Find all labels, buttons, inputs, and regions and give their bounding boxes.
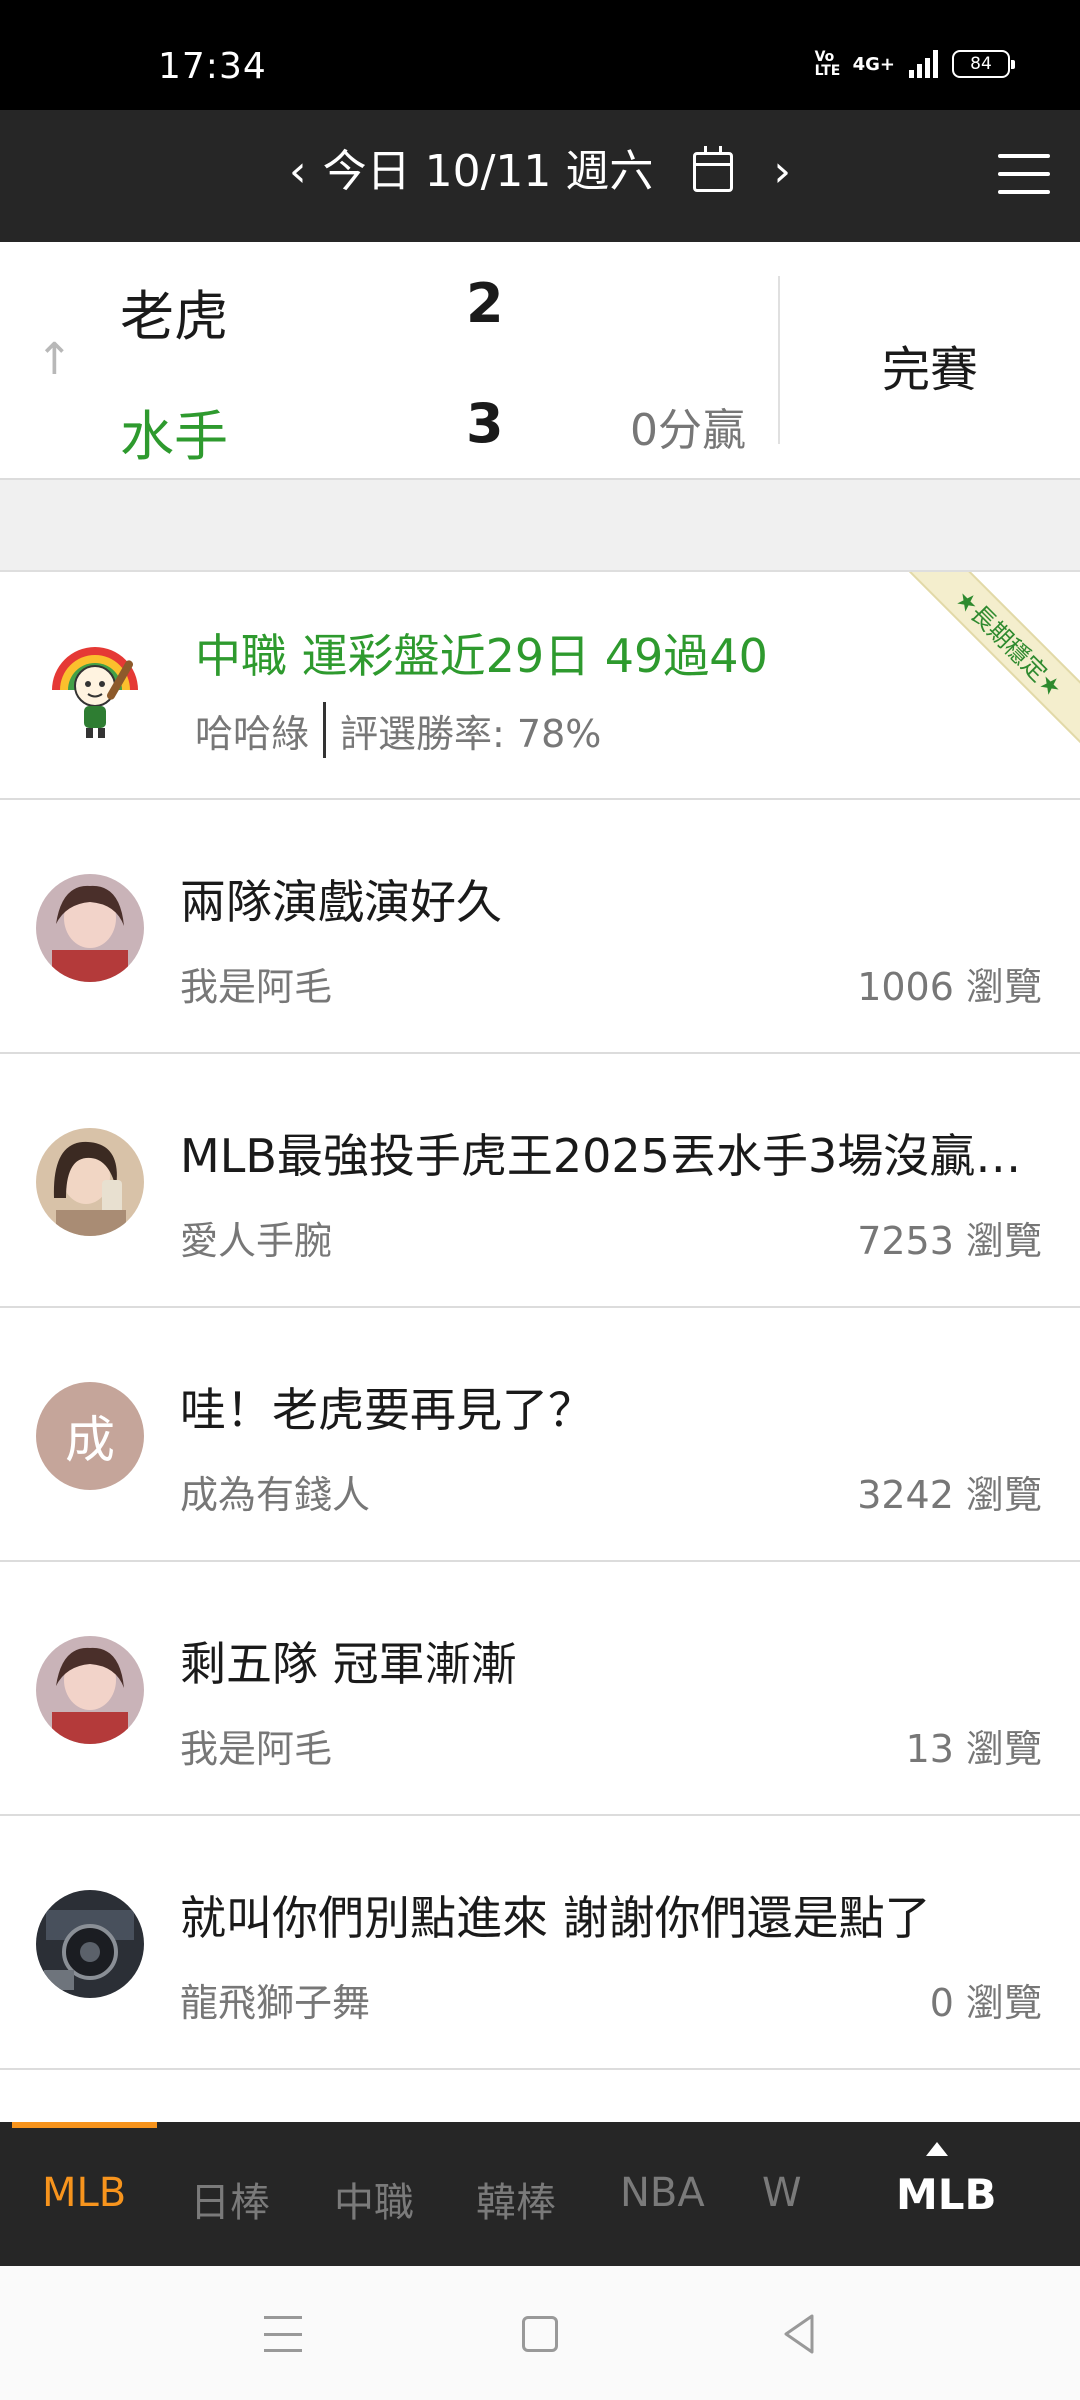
user-avatar: [36, 874, 144, 982]
mascot-avatar: [52, 647, 138, 738]
expert-pick-subtitle: 哈哈綠 評選勝率: 78%: [195, 702, 601, 758]
user-avatar: 成: [36, 1382, 144, 1490]
system-nav-bar: [0, 2266, 1080, 2400]
home-team-runs: 3: [466, 392, 504, 455]
signal-icon: [909, 50, 938, 78]
status-icons: Vo LTE 4G+ 84: [814, 49, 1015, 79]
user-avatar: [36, 1890, 144, 1998]
tab-npb[interactable]: 日棒: [190, 2170, 270, 2228]
back-icon[interactable]: [778, 2310, 818, 2358]
section-spacer: [0, 480, 1080, 572]
hamburger-menu-icon[interactable]: [998, 154, 1050, 194]
user-avatar: [36, 1636, 144, 1744]
post-item[interactable]: 就叫你們別點進來 謝謝你們還是點了 龍飛獅子舞 0 瀏覽: [0, 1816, 1080, 2070]
post-item[interactable]: MLB最強投手虎王2025丟水手3場沒贏… 愛人手腕 7253 瀏覽: [0, 1054, 1080, 1308]
game-score-card[interactable]: ↑ 老虎 2 水手 3 0分贏 完賽: [0, 242, 1080, 480]
calendar-icon[interactable]: [693, 146, 734, 192]
separator: [323, 702, 327, 758]
volte-icon: Vo LTE: [814, 49, 841, 79]
post-author: 我是阿毛: [180, 1727, 333, 1771]
active-tab-indicator: [12, 2122, 157, 2128]
away-team-runs: 2: [466, 272, 504, 335]
game-status: 完賽: [881, 342, 978, 398]
post-title: 剩五隊 冠軍漸漸: [180, 1637, 517, 1691]
post-title: 哇！老虎要再見了？: [180, 1383, 594, 1437]
battery-icon: 84: [952, 50, 1015, 78]
tab-nba[interactable]: NBA: [620, 2170, 705, 2216]
home-icon[interactable]: [522, 2316, 558, 2352]
expert-pick-title: 中職 運彩盤近29日 49過40: [195, 629, 768, 683]
current-date[interactable]: 今日 10/11 週六: [323, 142, 654, 202]
next-day-button[interactable]: ›: [773, 142, 791, 202]
tab-kbo[interactable]: 韓棒: [476, 2170, 556, 2228]
prev-day-button[interactable]: ‹: [289, 142, 307, 202]
post-views: 0 瀏覽: [929, 1981, 1042, 2025]
long-term-stable-ribbon: ★長期穩定★: [902, 572, 1080, 750]
post-item[interactable]: 成 哇！老虎要再見了？ 成為有錢人 3242 瀏覽: [0, 1308, 1080, 1562]
status-bar: 17:34 Vo LTE 4G+ 84: [0, 0, 1080, 110]
post-title: 兩隊演戲演好久: [180, 875, 502, 929]
user-avatar: [36, 1128, 144, 1236]
post-title: 就叫你們別點進來 謝謝你們還是點了: [180, 1891, 931, 1945]
post-views: 7253 瀏覽: [857, 1219, 1042, 1263]
post-item[interactable]: 兩隊演戲演好久 我是阿毛 1006 瀏覽: [0, 800, 1080, 1054]
collapse-arrow-icon[interactable]: ↑: [36, 334, 73, 385]
top-nav: ‹ 今日 10/11 週六 ›: [0, 110, 1080, 242]
league-tab-bar: MLB 日棒 中職 韓棒 NBA W MLB: [0, 2122, 1080, 2266]
post-author: 愛人手腕: [180, 1219, 333, 1263]
post-title: MLB最強投手虎王2025丟水手3場沒贏…: [180, 1129, 1022, 1183]
current-league-button[interactable]: MLB: [896, 2170, 997, 2219]
expert-name: 哈哈綠: [195, 711, 310, 756]
win-margin-note: 0分贏: [630, 405, 746, 456]
battery-level: 84: [970, 54, 992, 74]
tab-w[interactable]: W: [762, 2170, 802, 2216]
expert-pick-banner[interactable]: 中職 運彩盤近29日 49過40 哈哈綠 評選勝率: 78% ★長期穩定★: [0, 572, 1080, 800]
post-views: 1006 瀏覽: [857, 965, 1042, 1009]
league-switch-caret-icon[interactable]: [926, 2142, 948, 2156]
post-author: 龍飛獅子舞: [180, 1981, 371, 2025]
post-author: 成為有錢人: [180, 1473, 371, 1517]
tab-cpbl[interactable]: 中職: [334, 2170, 414, 2228]
avatar-initial: 成: [65, 1411, 115, 1469]
post-author: 我是阿毛: [180, 965, 333, 1009]
home-team-name: 水手: [120, 405, 228, 468]
expert-win-rate: 評選勝率: 78%: [340, 711, 602, 756]
post-views: 3242 瀏覽: [857, 1473, 1042, 1517]
recent-apps-icon[interactable]: [264, 2316, 302, 2352]
date-selector: ‹ 今日 10/11 週六 ›: [0, 142, 1080, 202]
status-time: 17:34: [158, 46, 267, 87]
post-item[interactable]: 剩五隊 冠軍漸漸 我是阿毛 13 瀏覽: [0, 1562, 1080, 1816]
post-views: 13 瀏覽: [905, 1727, 1042, 1771]
network-type: 4G+: [852, 53, 895, 75]
tab-mlb[interactable]: MLB: [42, 2170, 126, 2216]
away-team-name: 老虎: [120, 285, 228, 348]
